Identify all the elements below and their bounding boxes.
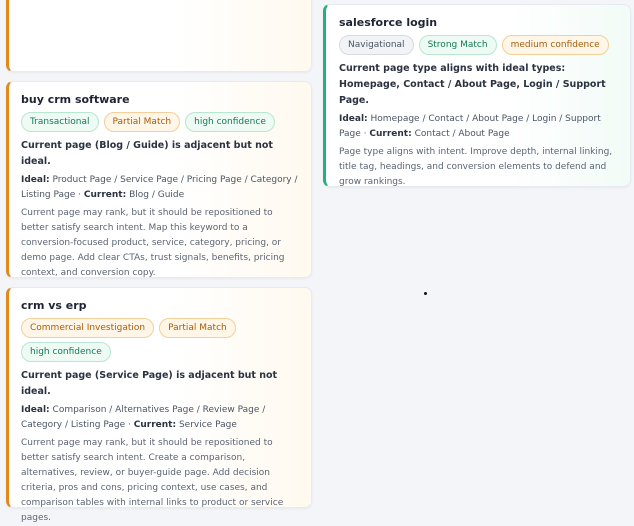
match-badge: Partial Match [103,112,181,132]
current-label: Current: [369,129,412,139]
tag-row: Transactional Partial Match high confide… [21,112,299,132]
page-types: Ideal: Comparison / Alternatives Page / … [21,403,299,433]
summary-text: Current page (Blog / Guide) is adjacent … [21,140,273,167]
keyword-card: buy crm software Transactional Partial M… [6,81,312,278]
confidence-badge: high confidence [21,342,111,362]
tag-row: Commercial Investigation Partial Match h… [21,318,299,362]
intent-badge: Transactional [21,112,99,132]
keyword-card: salesforce login Navigational Strong Mat… [323,4,631,187]
current-type: Blog / Guide [129,190,185,200]
summary-text: Current page type aligns with ideal type… [339,63,606,106]
current-type: Service Page [178,420,237,430]
keyword-card: crm vs erp Commercial Investigation Part… [6,287,312,523]
confidence-badge: medium confidence [501,35,609,55]
page-types: Ideal: Product Page / Service Page / Pri… [21,173,299,203]
ideal-label: Ideal: [21,175,50,185]
ideal-label: Ideal: [339,114,368,124]
match-badge: Strong Match [418,35,497,55]
confidence-badge: high confidence [185,112,275,132]
tag-row: Navigational Strong Match medium confide… [339,35,618,55]
separator: · [125,420,134,430]
summary-text: Current page (Service Page) is adjacent … [21,370,278,397]
intent-badge: Navigational [339,35,414,55]
current-label: Current: [83,190,127,200]
current-type: Contact / About Page [414,129,510,139]
recommendation-text: Current page may rank, but it should be … [21,438,284,523]
keyword-title: buy crm software [21,93,130,106]
recommendation-text: Page type aligns with intent. Improve de… [339,147,613,187]
keyword-title: salesforce login [339,16,438,29]
current-label: Current: [133,420,177,430]
keyword-title: crm vs erp [21,299,87,312]
match-badge: Partial Match [159,318,236,338]
page-types: Ideal: Homepage / Contact / About Page /… [339,112,618,142]
cursor-dot [424,292,427,295]
separator: · [75,190,84,200]
keyword-card-partial [6,0,312,72]
intent-badge: Commercial Investigation [21,318,155,338]
ideal-label: Ideal: [21,405,50,415]
recommendation-text: Current page may rank, but it should be … [21,208,285,278]
